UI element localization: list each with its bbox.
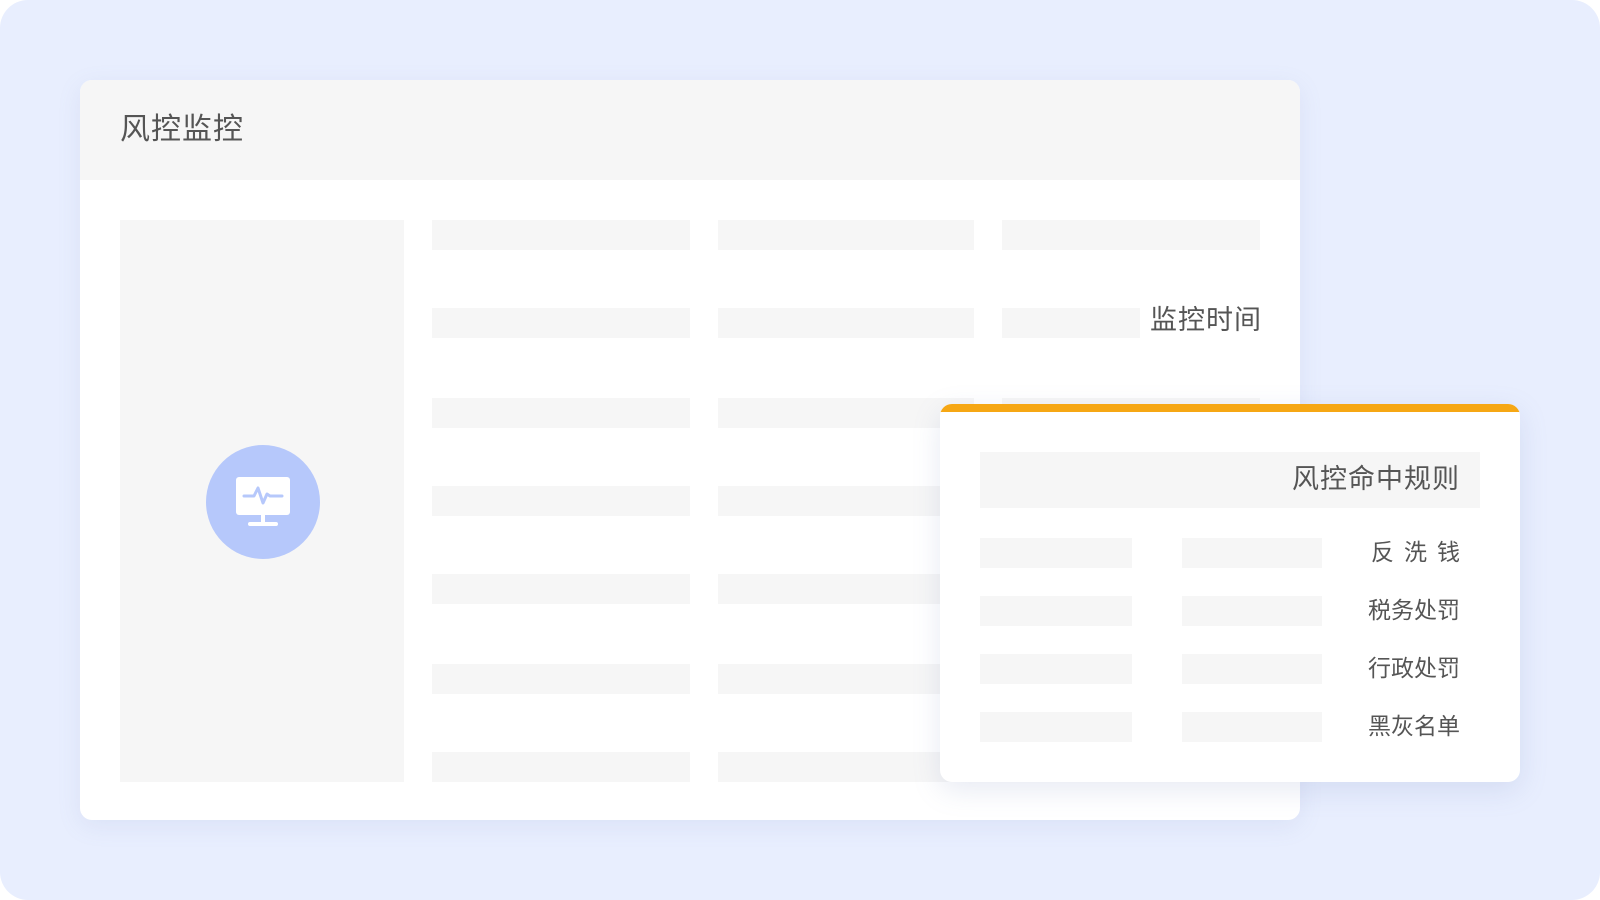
preview-panel — [120, 220, 404, 782]
placeholder-bar — [718, 308, 974, 338]
placeholder-bar — [980, 712, 1132, 742]
placeholder-bar — [718, 574, 974, 604]
rule-item: 税务处罚 — [980, 596, 1480, 626]
placeholder-bar — [980, 538, 1132, 568]
rule-item: 反洗钱 — [980, 538, 1480, 568]
monitor-badge — [206, 445, 320, 559]
placeholder-bar — [432, 752, 690, 782]
placeholder-bar — [718, 664, 974, 694]
placeholder-bar — [1182, 654, 1322, 684]
placeholder-bar — [1182, 538, 1322, 568]
placeholder-bar — [432, 220, 690, 250]
placeholder-bar — [718, 220, 974, 250]
page-background: 风控监控 监控时间 风控命中规则 反洗钱 税务处罚 行政处罚 黑灰名单 — [0, 0, 1600, 900]
placeholder-bar — [980, 596, 1132, 626]
placeholder-bar — [1002, 308, 1140, 338]
rule-item: 黑灰名单 — [980, 712, 1480, 742]
rule-label: 税务处罚 — [1368, 598, 1460, 624]
placeholder-bar — [432, 486, 690, 516]
placeholder-bar — [1002, 220, 1260, 250]
placeholder-bar — [718, 486, 974, 516]
rule-label: 反洗钱 — [1371, 540, 1470, 566]
monitor-pulse-icon — [236, 477, 290, 526]
placeholder-bar — [432, 664, 690, 694]
rules-title: 风控命中规则 — [1292, 464, 1460, 495]
placeholder-bar — [980, 654, 1132, 684]
placeholder-bar — [718, 752, 974, 782]
monitor-time-label: 监控时间 — [1150, 305, 1262, 336]
placeholder-bar — [1182, 596, 1322, 626]
card-header: 风控监控 — [80, 80, 1300, 180]
accent-stripe — [940, 404, 1520, 412]
rule-label: 黑灰名单 — [1368, 714, 1460, 740]
placeholder-bar — [718, 398, 974, 428]
rule-item: 行政处罚 — [980, 654, 1480, 684]
rule-label: 行政处罚 — [1368, 656, 1460, 682]
risk-rules-popup: 风控命中规则 反洗钱 税务处罚 行政处罚 黑灰名单 — [940, 404, 1520, 782]
placeholder-bar — [432, 398, 690, 428]
rules-header: 风控命中规则 — [980, 452, 1480, 508]
placeholder-bar — [432, 574, 690, 604]
placeholder-bar — [1182, 712, 1322, 742]
placeholder-bar — [432, 308, 690, 338]
page-title: 风控监控 — [120, 112, 244, 147]
